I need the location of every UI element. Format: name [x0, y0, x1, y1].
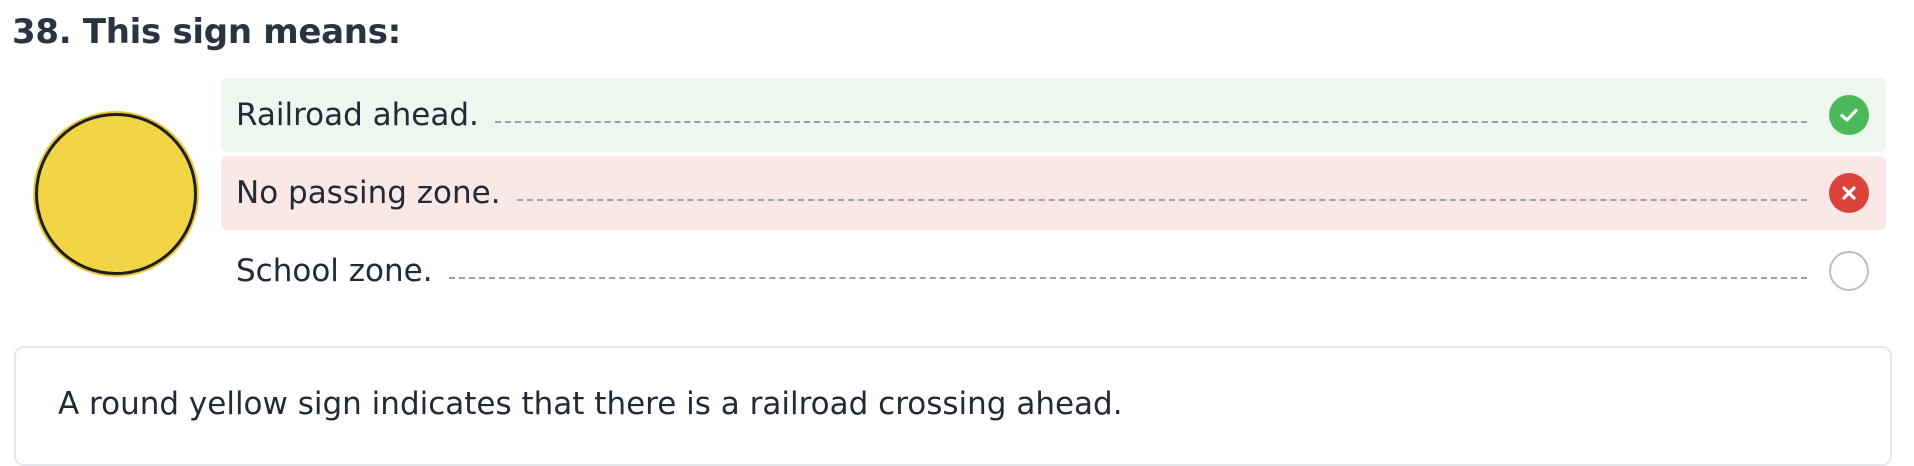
- answer-option-railroad-ahead[interactable]: Railroad ahead.: [221, 78, 1886, 152]
- answer-option-school-zone[interactable]: School zone.: [221, 234, 1886, 308]
- answer-option-label: School zone.: [236, 253, 433, 289]
- empty-radio-icon: [1829, 251, 1869, 291]
- round-yellow-sign-image: [38, 116, 194, 272]
- check-icon: [1829, 95, 1869, 135]
- answer-options: Railroad ahead. No passing zone. School …: [221, 78, 1886, 312]
- dashed-leader-line: [494, 121, 1807, 123]
- answer-option-label: No passing zone.: [236, 175, 501, 211]
- dashed-leader-line: [448, 277, 1807, 279]
- explanation-text: A round yellow sign indicates that there…: [58, 386, 1123, 422]
- close-icon: [1829, 173, 1869, 213]
- question-title: 38. This sign means:: [12, 12, 401, 52]
- dashed-leader-line: [516, 199, 1807, 201]
- answer-option-no-passing-zone[interactable]: No passing zone.: [221, 156, 1886, 230]
- explanation-box: A round yellow sign indicates that there…: [14, 346, 1892, 466]
- answer-option-label: Railroad ahead.: [236, 97, 479, 133]
